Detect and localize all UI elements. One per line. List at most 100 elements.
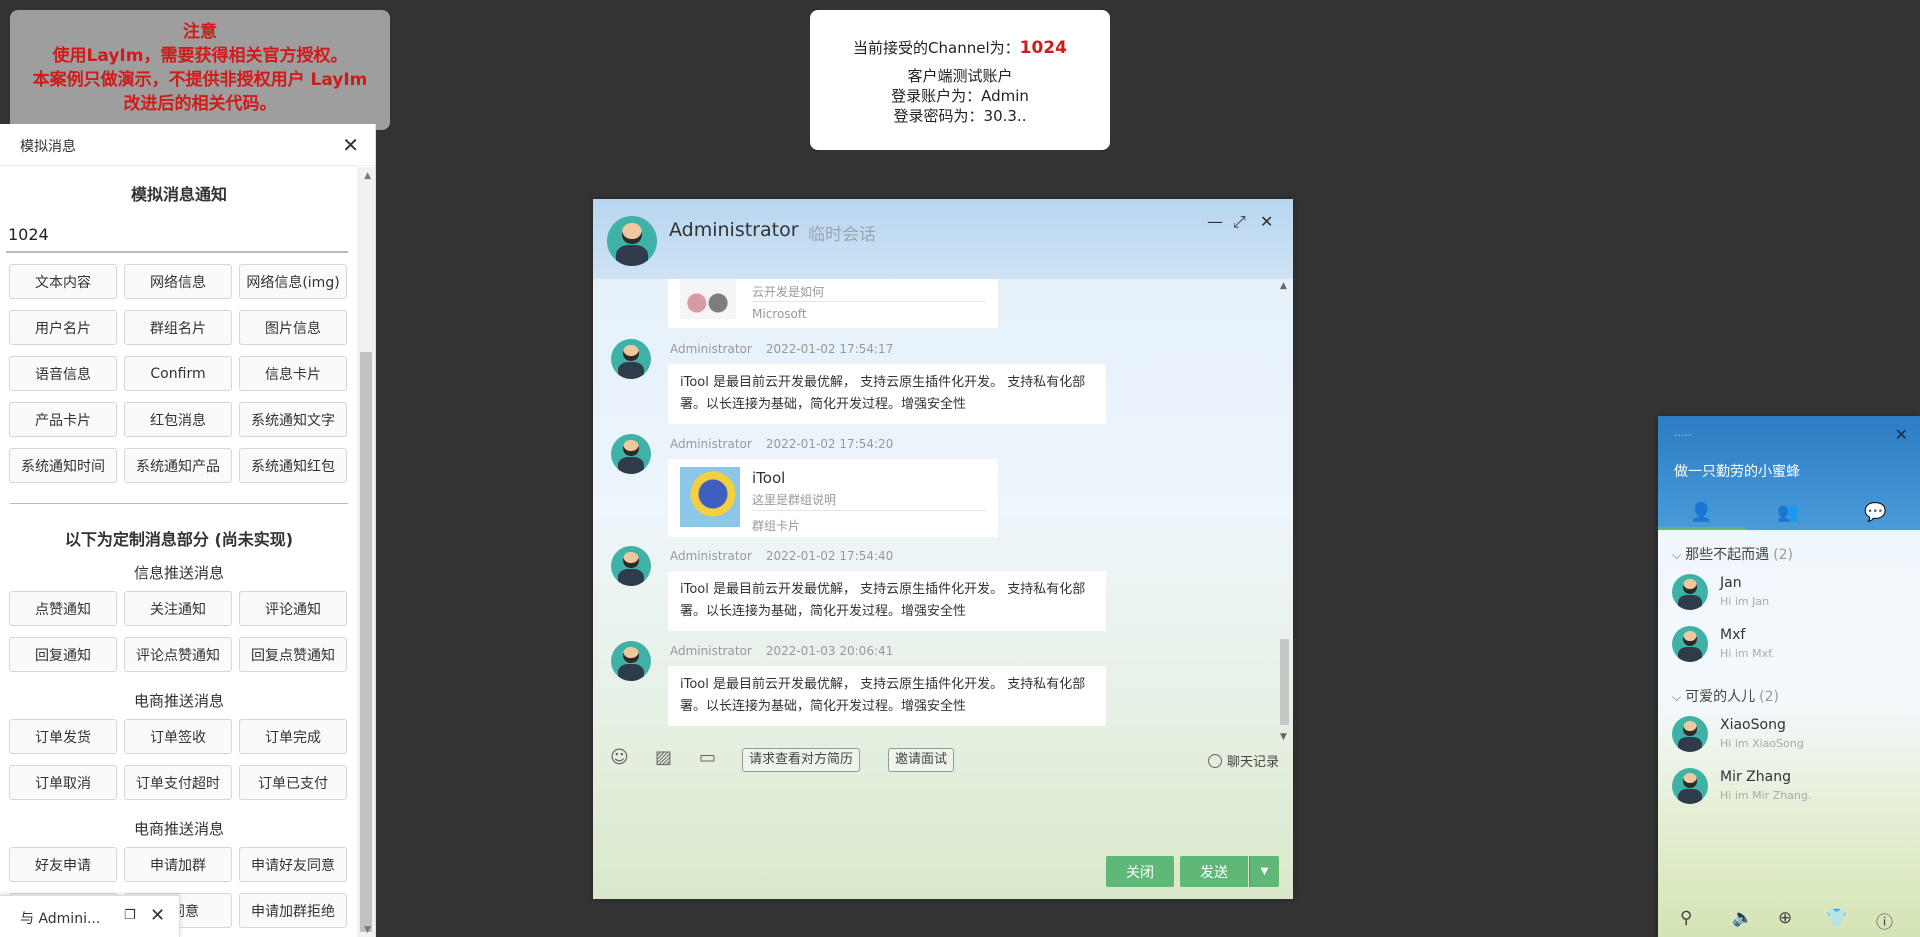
scroll-up-icon[interactable]: ▲	[364, 171, 371, 181]
maximize-icon[interactable]: ⤢	[1233, 212, 1246, 232]
message-type-button-11[interactable]: 系统通知文字	[239, 402, 347, 437]
friend-item[interactable]: Mir Zhang Hi im Mir Zhang.	[1672, 768, 1912, 808]
message-type-button-2[interactable]: 网络信息(img)	[239, 264, 347, 299]
notice-line: 改进后的相关代码。	[123, 94, 277, 114]
message-type-button-9[interactable]: 产品卡片	[9, 402, 117, 437]
skin-icon[interactable]: 👕	[1826, 908, 1847, 928]
friend-name: Jan	[1720, 575, 1742, 591]
login-password: 登录密码为：30.3..	[893, 107, 1027, 125]
search-icon[interactable]: ⚲	[1680, 908, 1692, 928]
push-button-1[interactable]: 关注通知	[124, 591, 232, 626]
message-type-button-13[interactable]: 系统通知产品	[124, 448, 232, 483]
push-button-2[interactable]: 评论通知	[239, 591, 347, 626]
info-icon[interactable]: ⓘ	[1876, 908, 1893, 933]
message-type-button-14[interactable]: 系统通知红包	[239, 448, 347, 483]
groups-tab-icon[interactable]: 👥	[1745, 494, 1832, 530]
avatar	[611, 641, 651, 681]
push-button-0[interactable]: 点赞通知	[9, 591, 117, 626]
chat-history-button[interactable]: 聊天记录	[1207, 751, 1279, 770]
avatar	[1672, 626, 1708, 662]
avatar	[1672, 716, 1708, 752]
minimized-chat-tab[interactable]: 与 Admini... ❐ ✕	[0, 895, 180, 937]
chevron-down-icon: ⌵	[1672, 548, 1682, 562]
license-notice: 注意 使用LayIm，需要获得相关官方授权。 本案例只做演示，不提供非授权用户 …	[10, 10, 390, 130]
history-tab-icon[interactable]: 💬	[1832, 494, 1919, 530]
folder-icon[interactable]: ▭	[699, 747, 716, 768]
message-type-button-7[interactable]: Confirm	[124, 356, 232, 391]
message-type-button-10[interactable]: 红包消息	[124, 402, 232, 437]
chat-scrollbar[interactable]: ▲ ▼	[1278, 281, 1290, 742]
request-button-0[interactable]: 好友申请	[9, 847, 117, 882]
push-button-3[interactable]: 回复通知	[9, 637, 117, 672]
ecommerce-button-3[interactable]: 订单取消	[9, 765, 117, 800]
close-icon[interactable]: ✕	[342, 133, 359, 157]
message-type-button-5[interactable]: 图片信息	[239, 310, 347, 345]
scroll-down-icon[interactable]: ▼	[364, 925, 371, 935]
friend-group-header[interactable]: ⌵ 那些不起而遇 (2)	[1672, 544, 1793, 564]
add-icon[interactable]: ⊕	[1778, 908, 1792, 928]
close-icon[interactable]: ✕	[150, 905, 165, 926]
product-card[interactable]: 云开发是如何 Microsoft	[668, 279, 998, 328]
scroll-up-icon[interactable]: ▲	[1280, 281, 1287, 291]
minimize-icon[interactable]: —	[1207, 212, 1223, 231]
friend-name: XiaoSong	[1720, 717, 1786, 733]
channel-line: 当前接受的Channel为：1024	[853, 38, 1067, 58]
friend-item[interactable]: Mxf Hi im Mxf.	[1672, 626, 1912, 666]
scrollbar-thumb[interactable]	[1280, 639, 1289, 725]
message-type-button-4[interactable]: 群组名片	[124, 310, 232, 345]
message-input[interactable]	[593, 781, 1293, 851]
message-type-button-8[interactable]: 信息卡片	[239, 356, 347, 391]
message-type-button-6[interactable]: 语音信息	[9, 356, 117, 391]
friend-item[interactable]: Jan Hi im Jan	[1672, 574, 1912, 614]
ecommerce-button-grid: 订单发货 订单签收 订单完成订单取消 订单支付超时 订单已支付	[9, 719, 358, 800]
channel-info-card: 当前接受的Channel为：1024 客户端测试账户 登录账户为：Admin 登…	[810, 10, 1110, 150]
ecommerce-button-1[interactable]: 订单签收	[124, 719, 232, 754]
request-button-5[interactable]: 申请加群拒绝	[239, 893, 347, 928]
group-card-title: iTool	[752, 469, 786, 487]
chat-type-tag: 临时会话	[808, 225, 876, 245]
ecommerce-button-0[interactable]: 订单发货	[9, 719, 117, 754]
clock-icon	[1207, 754, 1222, 768]
scrollbar[interactable]	[357, 167, 375, 937]
avatar	[1672, 574, 1708, 610]
push-button-4[interactable]: 评论点赞通知	[124, 637, 232, 672]
channel-input[interactable]	[6, 217, 348, 253]
friends-tab-icon[interactable]: 👤	[1658, 494, 1745, 530]
message-type-button-1[interactable]: 网络信息	[124, 264, 232, 299]
message-sender: Administrator	[670, 644, 752, 658]
push-button-grid: 点赞通知 关注通知 评论通知回复通知 评论点赞通知 回复点赞通知	[9, 591, 358, 672]
image-icon[interactable]: ▨	[655, 747, 672, 768]
friend-signature: Hi im Mir Zhang.	[1720, 789, 1812, 802]
close-icon[interactable]: ✕	[1895, 425, 1908, 444]
ecommerce-button-2[interactable]: 订单完成	[239, 719, 347, 754]
group-card[interactable]: iTool 这里是群组说明 群组卡片	[668, 459, 998, 537]
invite-interview-button[interactable]: 邀请面试	[888, 748, 955, 772]
message-bubble: iTool 是最目前云开发最优解， 支持云原生插件化开发。 支持私有化部署。以长…	[668, 364, 1106, 424]
friend-group-header[interactable]: ⌵ 可爱的人儿 (2)	[1672, 686, 1779, 706]
message-type-button-12[interactable]: 系统通知时间	[9, 448, 117, 483]
request-resume-button[interactable]: 请求查看对方简历	[742, 748, 861, 772]
message-type-button-0[interactable]: 文本内容	[9, 264, 117, 299]
request-button-2[interactable]: 申请好友同意	[239, 847, 347, 882]
message-type-button-3[interactable]: 用户名片	[9, 310, 117, 345]
friend-signature: Hi im XiaoSong	[1720, 737, 1804, 750]
close-chat-button[interactable]: 关闭	[1106, 856, 1174, 887]
scrollbar-thumb[interactable]	[360, 352, 372, 932]
sound-icon[interactable]: 🔈	[1732, 908, 1753, 928]
panel-title: 模拟消息	[20, 139, 76, 155]
close-icon[interactable]: ✕	[1260, 212, 1273, 231]
restore-icon[interactable]: ❐	[124, 908, 136, 923]
user-signature[interactable]: 做一只勤劳的小蜜蜂	[1674, 461, 1800, 481]
chevron-down-icon[interactable]: ▼	[1249, 856, 1279, 887]
push-button-5[interactable]: 回复点赞通知	[239, 637, 347, 672]
friend-signature: Hi im Mxf.	[1720, 647, 1775, 660]
message-sender: Administrator	[670, 342, 752, 356]
ecommerce-button-5[interactable]: 订单已支付	[239, 765, 347, 800]
subsection-title: 信息推送消息	[133, 564, 224, 582]
emoji-icon[interactable]: ☺	[610, 747, 629, 768]
friend-item[interactable]: XiaoSong Hi im XiaoSong	[1672, 716, 1912, 756]
card-source: Microsoft	[752, 307, 807, 321]
request-button-1[interactable]: 申请加群	[124, 847, 232, 882]
ecommerce-button-4[interactable]: 订单支付超时	[124, 765, 232, 800]
send-button[interactable]: 发送	[1180, 856, 1248, 887]
